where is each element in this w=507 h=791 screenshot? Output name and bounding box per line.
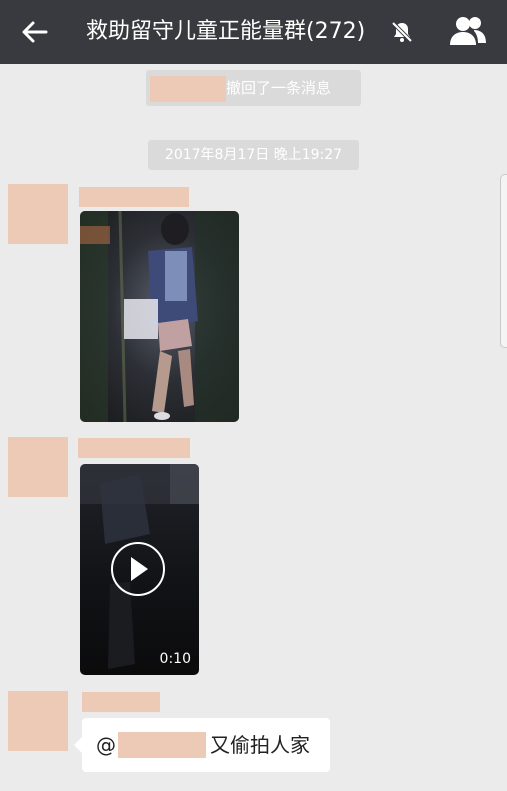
sender-name-redacted — [79, 187, 189, 207]
play-icon — [131, 557, 148, 581]
bell-off-icon — [391, 21, 413, 43]
group-members-icon[interactable] — [448, 14, 488, 48]
image-message[interactable] — [80, 211, 239, 422]
mentioned-name-redacted — [118, 732, 206, 758]
chat-area: 撤回了一条消息 2017年8月17日 晚上19:27 0:10 @ 又偷拍人家 — [0, 64, 507, 791]
redacted-name — [150, 76, 226, 102]
avatar[interactable] — [8, 437, 68, 497]
avatar[interactable] — [8, 691, 68, 751]
photo-content — [80, 211, 239, 422]
recall-notice: 撤回了一条消息 — [146, 70, 361, 106]
recall-notice-text: 撤回了一条消息 — [226, 79, 332, 97]
title-bar: 救助留守儿童正能量群(272) — [0, 0, 507, 64]
mention-prefix: @ — [96, 733, 116, 757]
text-message-bubble[interactable]: @ 又偷拍人家 — [74, 718, 330, 772]
sender-name-redacted — [78, 438, 190, 458]
message-text: 又偷拍人家 — [210, 733, 310, 757]
avatar[interactable] — [8, 184, 68, 244]
timestamp: 2017年8月17日 晚上19:27 — [148, 140, 359, 170]
video-duration: 0:10 — [159, 651, 191, 667]
arrow-left-icon[interactable] — [20, 17, 50, 47]
play-button[interactable] — [111, 542, 165, 596]
chat-title: 救助留守儿童正能量群(272) — [86, 19, 366, 44]
video-message[interactable]: 0:10 — [80, 464, 199, 675]
scrollbar-handle[interactable] — [500, 174, 507, 348]
sender-name-redacted — [82, 692, 160, 712]
